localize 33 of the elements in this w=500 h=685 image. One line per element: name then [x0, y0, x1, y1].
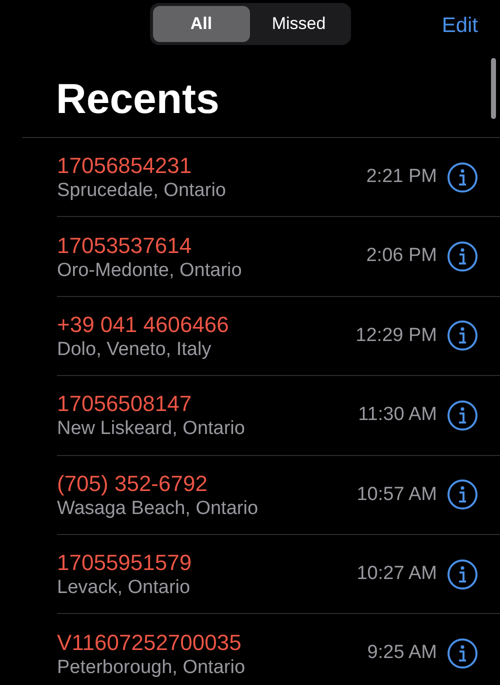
call-time: 2:21 PM	[366, 164, 437, 189]
call-time: 2:06 PM	[366, 244, 437, 268]
call-time: 11:30 AM	[358, 403, 437, 428]
page-title: Recents	[56, 74, 220, 124]
call-time: 9:25 AM	[367, 641, 437, 666]
caller-number: V11607252700035	[57, 628, 242, 656]
info-icon[interactable]	[447, 638, 478, 670]
call-time: 10:57 AM	[356, 482, 437, 506]
caller-location: Oro-Medonte, Ontario	[57, 258, 242, 282]
caller-number: +39 041 4606466	[57, 310, 229, 338]
caller-number: 17056508147	[57, 390, 192, 418]
info-icon[interactable]	[447, 558, 478, 590]
caller-location: Levack, Ontario	[57, 576, 190, 600]
segment-tab[interactable]: Missed	[250, 6, 348, 42]
info-icon[interactable]	[447, 320, 478, 352]
info-icon[interactable]	[447, 400, 478, 431]
info-icon[interactable]	[447, 479, 478, 510]
info-icon[interactable]	[447, 162, 478, 193]
call-time: 10:27 AM	[356, 562, 437, 586]
caller-number: 17056854231	[57, 152, 192, 180]
caller-number: 17053537614	[57, 232, 192, 259]
caller-location: Wasaga Beach, Ontario	[57, 496, 258, 520]
scroll-bar	[491, 58, 496, 119]
caller-location: New Liskeard, Ontario	[57, 417, 245, 440]
segment-tab[interactable]: All	[152, 6, 250, 42]
caller-location: Dolo, Veneto, Italy	[57, 338, 212, 361]
caller-number: (705) 352-6792	[57, 470, 208, 497]
call-time: 12:29 PM	[356, 324, 437, 348]
edit-button[interactable]: Edit	[442, 10, 478, 42]
caller-location: Peterborough, Ontario	[57, 656, 246, 679]
caller-number: 17055951579	[57, 549, 192, 576]
info-icon[interactable]	[447, 241, 478, 272]
caller-location: Sprucedale, Ontario	[57, 179, 226, 202]
